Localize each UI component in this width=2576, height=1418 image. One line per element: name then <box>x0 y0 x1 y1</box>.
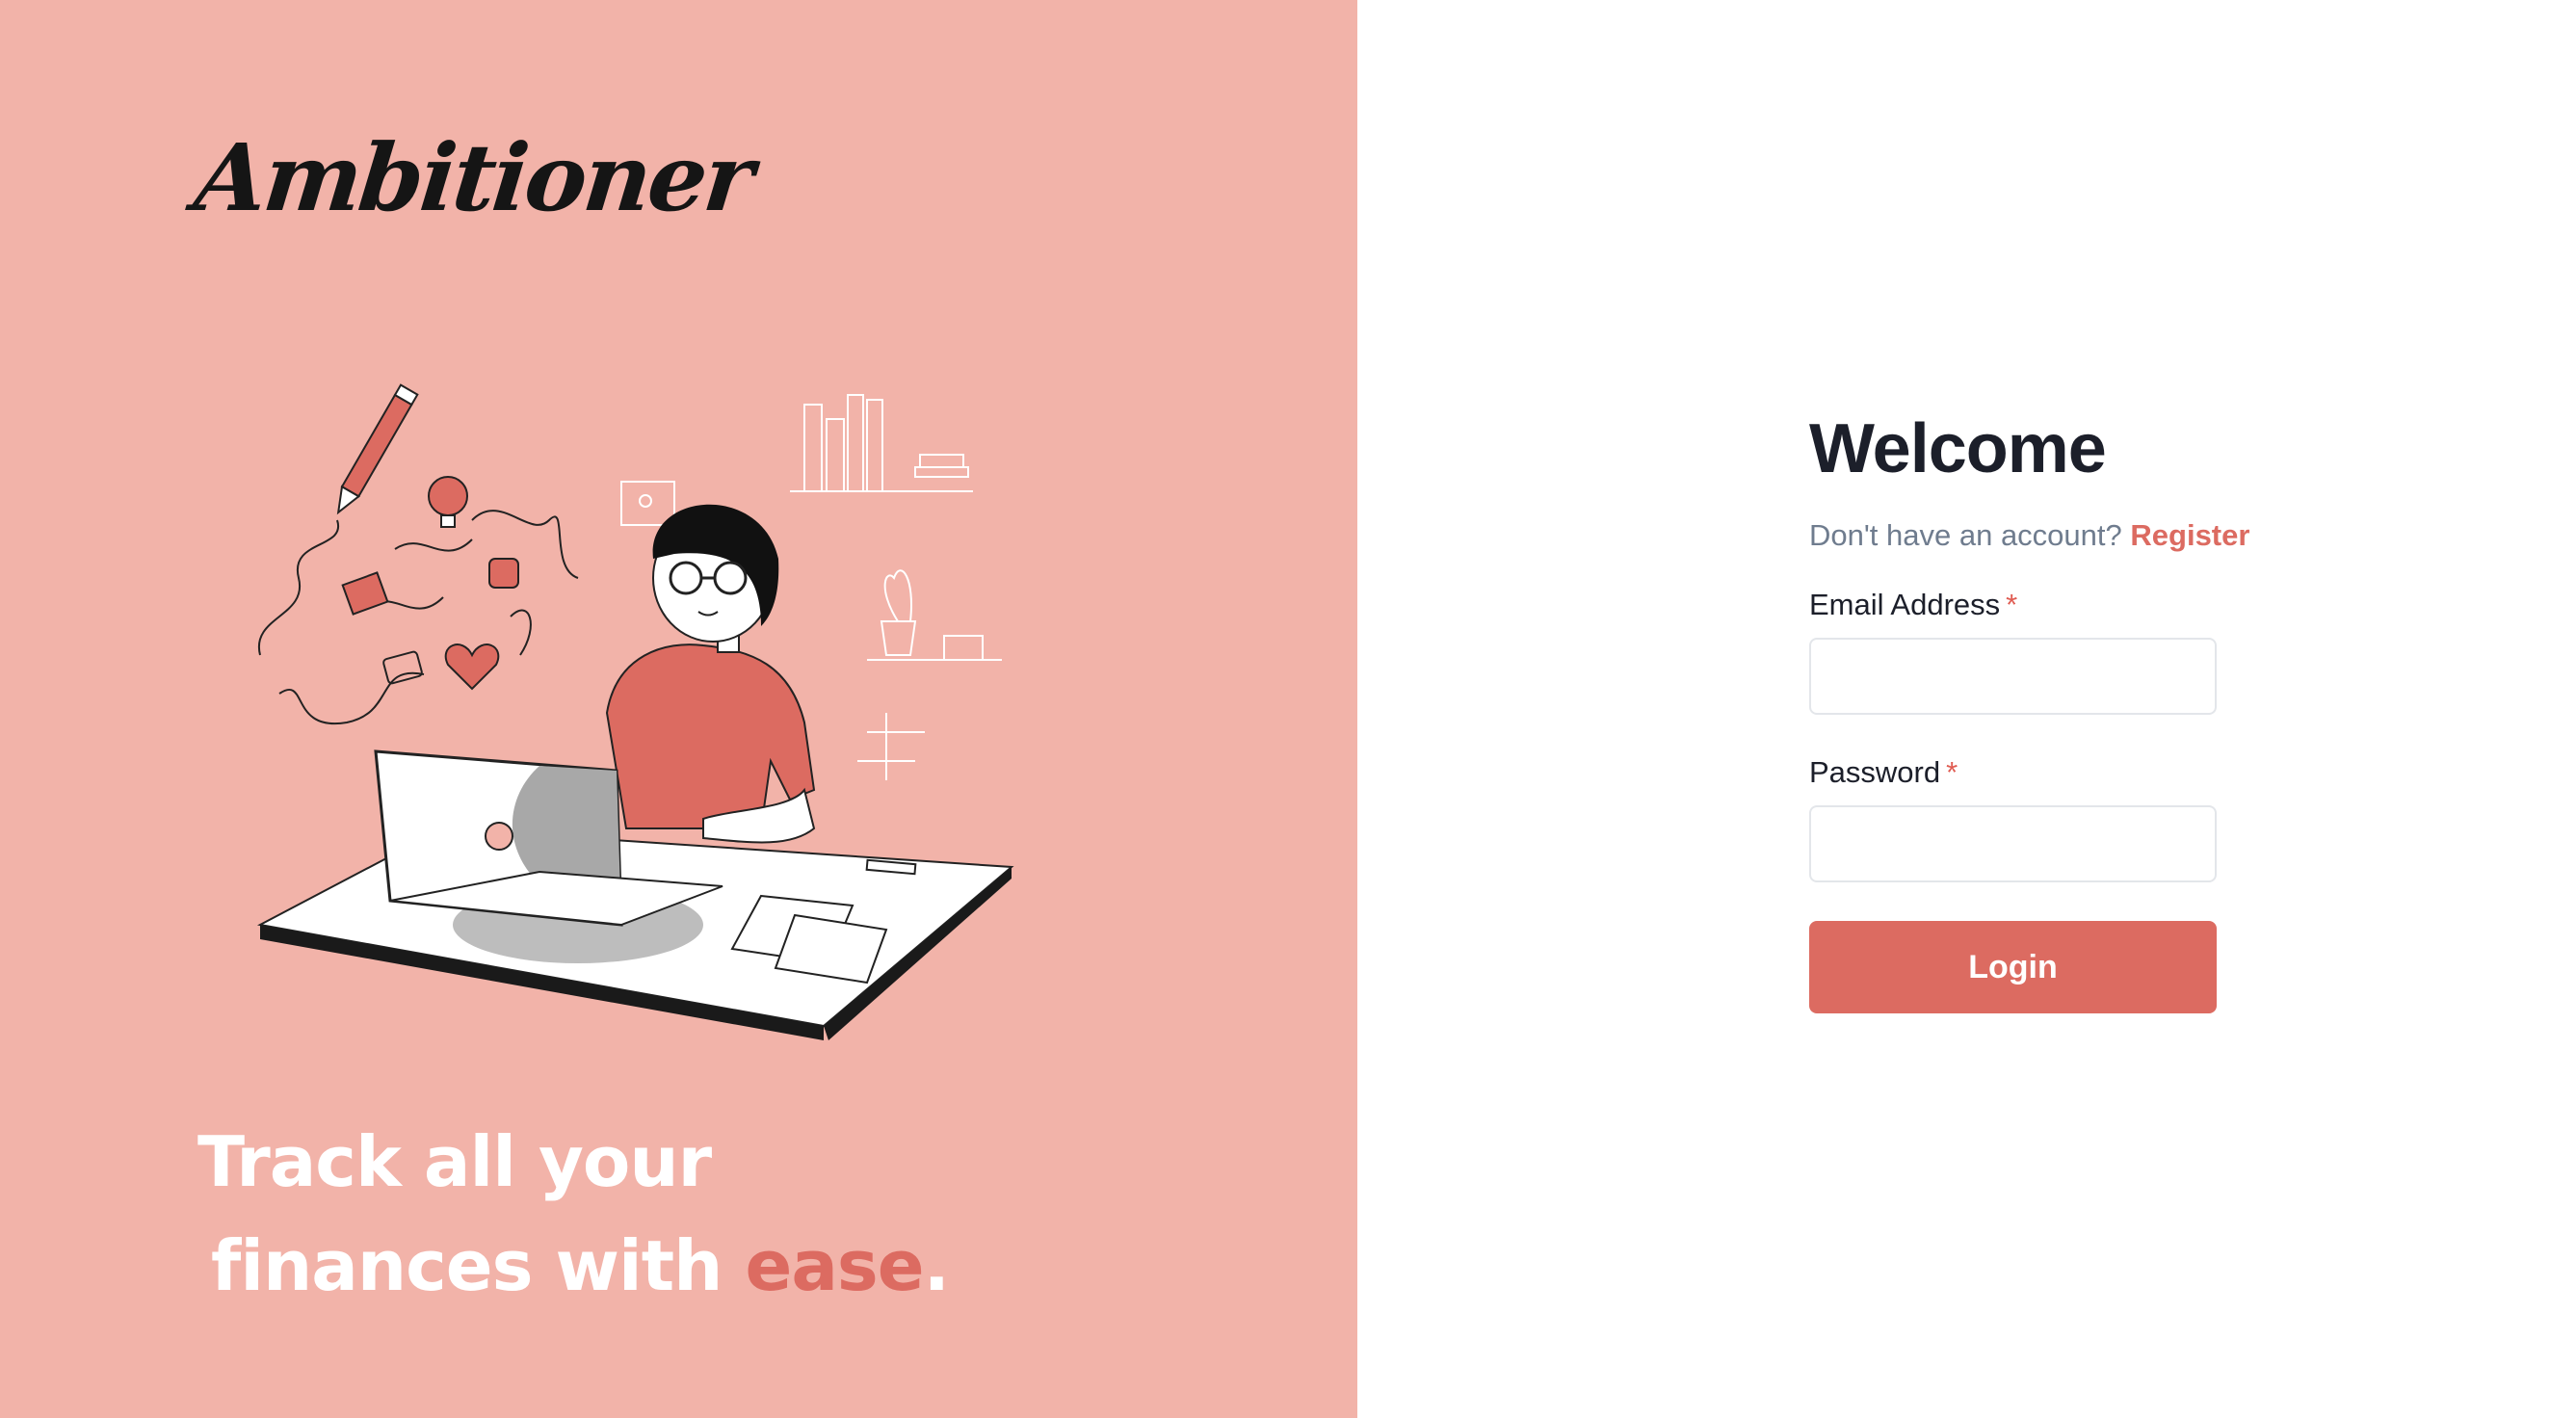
tagline-line-2: finances with ease. <box>197 1214 1257 1318</box>
wall-shelf-books <box>790 394 973 492</box>
password-label: Password * <box>1809 753 2291 792</box>
doodles-group <box>257 510 579 725</box>
wall-frame <box>620 481 675 526</box>
password-required-mark: * <box>1946 755 1958 789</box>
email-input[interactable] <box>1809 638 2217 715</box>
thumbs-up-icon <box>488 558 519 589</box>
welcome-title: Welcome <box>1809 410 2107 487</box>
login-page: Ambitioner Track all your finances with … <box>0 0 2576 1418</box>
tagline-line-2-text: finances with <box>211 1225 746 1306</box>
register-prompt: Don't have an account? Register <box>1809 516 2291 555</box>
login-panel: Welcome Don't have an account? Register … <box>1357 0 2576 1418</box>
lightbulb-icon <box>428 476 468 528</box>
password-input[interactable] <box>1809 805 2217 882</box>
wall-plant-shelf <box>867 569 1002 661</box>
tagline-accent-word: ease <box>745 1225 924 1306</box>
email-label: Email Address * <box>1809 586 2291 624</box>
register-link[interactable]: Register <box>2130 518 2249 552</box>
tagline-suffix: . <box>923 1225 950 1306</box>
email-required-mark: * <box>2006 588 2018 621</box>
hero-illustration <box>256 383 1014 1040</box>
note-icon <box>341 571 389 616</box>
password-label-text: Password <box>1809 755 1941 789</box>
email-label-text: Email Address <box>1809 588 2001 621</box>
brand-logo: Ambitioner <box>190 123 756 232</box>
camera-icon <box>382 650 423 685</box>
hero-tagline: Track all your finances with ease. <box>197 1110 1257 1318</box>
heart-icon <box>444 643 500 691</box>
desk <box>256 827 1014 1040</box>
tagline-line-1: Track all your <box>197 1121 712 1202</box>
wall-bricks <box>857 713 925 780</box>
no-account-text: Don't have an account? <box>1809 518 2122 552</box>
person-figure <box>605 504 816 844</box>
brand-panel: Ambitioner Track all your finances with … <box>0 0 1357 1418</box>
login-form: Welcome Don't have an account? Register … <box>1809 403 2291 1013</box>
login-button[interactable]: Login <box>1809 921 2217 1013</box>
pencil-icon <box>336 383 419 515</box>
